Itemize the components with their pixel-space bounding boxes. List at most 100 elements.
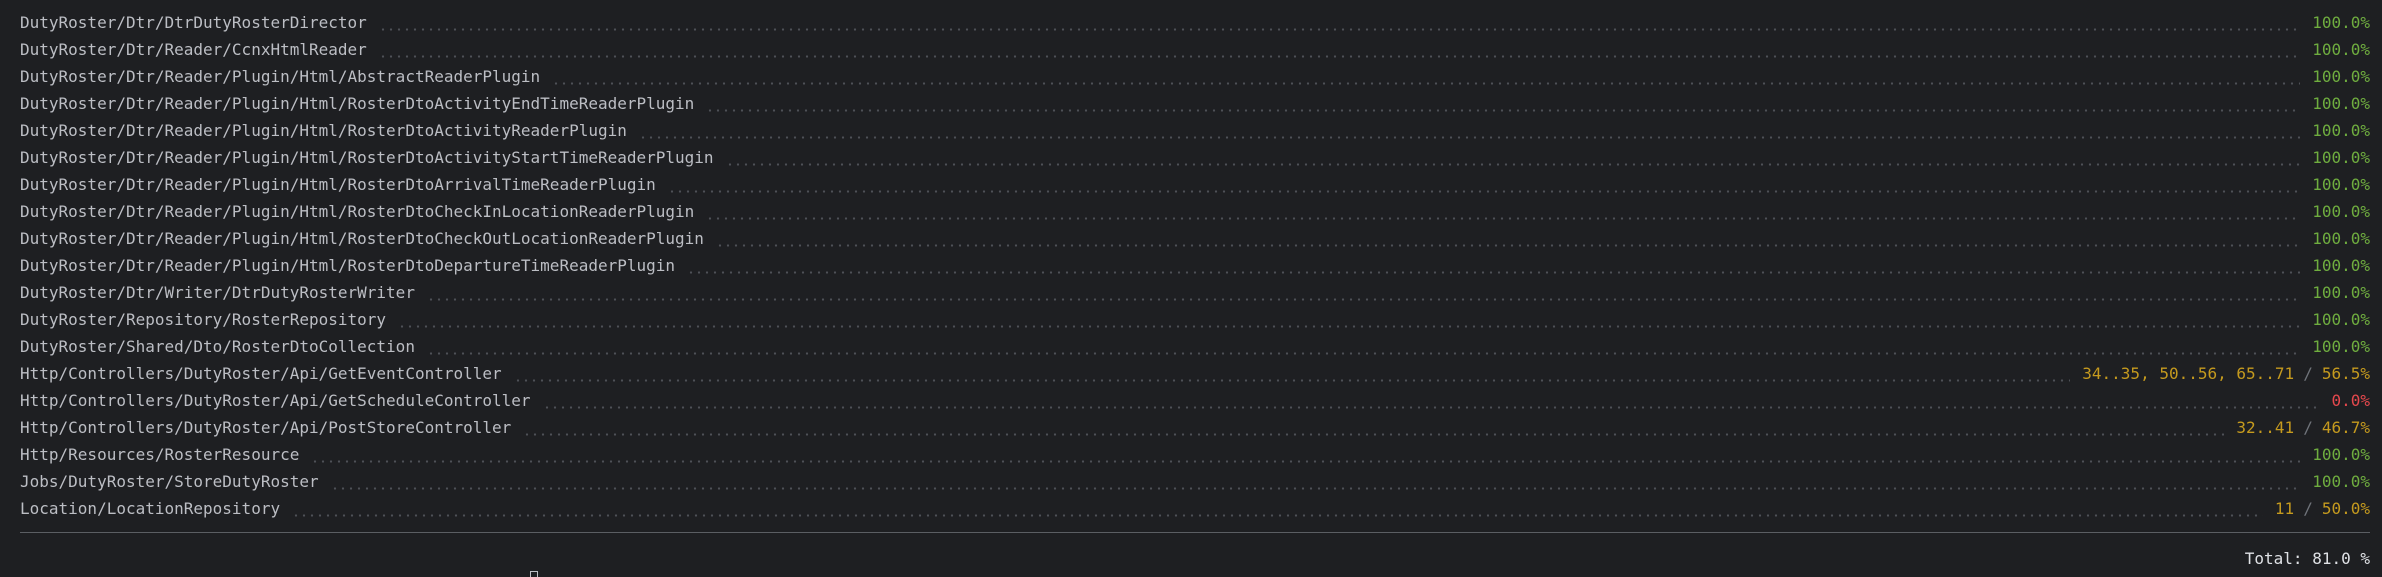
file-path: DutyRoster/Dtr/Reader/Plugin/Html/Roster… bbox=[20, 94, 695, 113]
coverage-percent: 100.0% bbox=[2312, 310, 2370, 329]
dot-leader bbox=[330, 468, 2301, 495]
coverage-percent: 100.0% bbox=[2312, 337, 2370, 356]
coverage-row: DutyRoster/Repository/RosterRepository 10… bbox=[20, 306, 2370, 333]
coverage-stat: 100.0% bbox=[2312, 225, 2370, 252]
coverage-row: DutyRoster/Dtr/Reader/Plugin/Html/Roster… bbox=[20, 252, 2370, 279]
coverage-row: DutyRoster/Dtr/Reader/Plugin/Html/Roster… bbox=[20, 90, 2370, 117]
dot-leader bbox=[292, 495, 2263, 522]
file-path: Http/Controllers/DutyRoster/Api/GetEvent… bbox=[20, 364, 502, 383]
dot-leader bbox=[378, 9, 2301, 36]
file-path: Http/Controllers/DutyRoster/Api/GetSched… bbox=[20, 391, 531, 410]
coverage-row: DutyRoster/Dtr/DtrDutyRosterDirector 100.… bbox=[20, 9, 2370, 36]
coverage-row: DutyRoster/Shared/Dto/RosterDtoCollectio… bbox=[20, 333, 2370, 360]
coverage-stat: 100.0% bbox=[2312, 63, 2370, 90]
dot-leader bbox=[513, 360, 2071, 387]
dot-leader bbox=[687, 252, 2301, 279]
coverage-stat: 11 / 50.0% bbox=[2275, 495, 2370, 522]
dot-leader bbox=[378, 36, 2301, 63]
file-path: DutyRoster/Repository/RosterRepository bbox=[20, 310, 387, 329]
coverage-stat: 32..41 / 46.7% bbox=[2236, 414, 2370, 441]
dot-leader bbox=[638, 117, 2301, 144]
coverage-row: Http/Controllers/DutyRoster/Api/GetEvent… bbox=[20, 360, 2370, 387]
uncovered-lines: 32..41 bbox=[2236, 418, 2295, 437]
coverage-percent: 100.0% bbox=[2312, 94, 2370, 113]
coverage-stat: 0.0% bbox=[2331, 387, 2370, 414]
dot-leader bbox=[523, 414, 2225, 441]
file-path: DutyRoster/Dtr/Reader/Plugin/Html/Roster… bbox=[20, 121, 627, 140]
file-path: DutyRoster/Dtr/Reader/Plugin/Html/Roster… bbox=[20, 256, 676, 275]
coverage-stat: 100.0% bbox=[2312, 252, 2370, 279]
uncovered-lines: 34..35, 50..56, 65..71 bbox=[2082, 364, 2295, 383]
stat-separator: / bbox=[2303, 499, 2313, 518]
coverage-row: DutyRoster/Dtr/Reader/Plugin/Html/Roster… bbox=[20, 117, 2370, 144]
dot-leader bbox=[706, 90, 2301, 117]
terminal-output: DutyRoster/Dtr/DtrDutyRosterDirector 100.… bbox=[0, 0, 2382, 577]
coverage-row: DutyRoster/Dtr/Writer/DtrDutyRosterWrite… bbox=[20, 279, 2370, 306]
file-path: DutyRoster/Dtr/Reader/Plugin/Html/Roster… bbox=[20, 148, 714, 167]
coverage-percent: 100.0% bbox=[2312, 148, 2370, 167]
dot-leader bbox=[725, 144, 2301, 171]
coverage-row: DutyRoster/Dtr/Reader/Plugin/Html/Roster… bbox=[20, 198, 2370, 225]
coverage-stat: 100.0% bbox=[2312, 198, 2370, 225]
file-path: DutyRoster/Dtr/Reader/CcnxHtmlReader bbox=[20, 40, 367, 59]
coverage-row: DutyRoster/Dtr/Reader/CcnxHtmlReader 100.… bbox=[20, 36, 2370, 63]
coverage-row: DutyRoster/Dtr/Reader/Plugin/Html/Roster… bbox=[20, 171, 2370, 198]
coverage-total: Total: 81.0 % bbox=[2244, 549, 2370, 568]
dot-leader bbox=[552, 63, 2301, 90]
stat-separator: / bbox=[2303, 364, 2313, 383]
coverage-stat: 100.0% bbox=[2312, 279, 2370, 306]
file-path: DutyRoster/Dtr/Reader/Plugin/Html/Roster… bbox=[20, 229, 704, 248]
report-divider bbox=[20, 532, 2370, 533]
coverage-stat: 100.0% bbox=[2312, 468, 2370, 495]
dot-leader bbox=[667, 171, 2301, 198]
coverage-percent: 100.0% bbox=[2312, 13, 2370, 32]
coverage-percent: 100.0% bbox=[2312, 175, 2370, 194]
coverage-percent: 56.5% bbox=[2321, 364, 2370, 383]
coverage-percent: 100.0% bbox=[2312, 40, 2370, 59]
coverage-percent: 100.0% bbox=[2312, 121, 2370, 140]
coverage-stat: 100.0% bbox=[2312, 117, 2370, 144]
coverage-percent: 100.0% bbox=[2312, 283, 2370, 302]
coverage-stat: 100.0% bbox=[2312, 171, 2370, 198]
coverage-row: DutyRoster/Dtr/Reader/Plugin/Html/Roster… bbox=[20, 225, 2370, 252]
terminal-cursor bbox=[530, 571, 538, 577]
dot-leader bbox=[398, 306, 2301, 333]
coverage-row: Http/Controllers/DutyRoster/Api/GetSched… bbox=[20, 387, 2370, 414]
coverage-report: DutyRoster/Dtr/DtrDutyRosterDirector 100.… bbox=[20, 9, 2370, 522]
file-path: DutyRoster/Shared/Dto/RosterDtoCollectio… bbox=[20, 337, 415, 356]
coverage-percent: 46.7% bbox=[2321, 418, 2370, 437]
dot-leader bbox=[426, 279, 2301, 306]
coverage-percent: 100.0% bbox=[2312, 202, 2370, 221]
file-path: Jobs/DutyRoster/StoreDutyRoster bbox=[20, 472, 319, 491]
dot-leader bbox=[715, 225, 2301, 252]
coverage-stat: 100.0% bbox=[2312, 9, 2370, 36]
coverage-percent: 100.0% bbox=[2312, 67, 2370, 86]
coverage-row: Jobs/DutyRoster/StoreDutyRoster 100.0% bbox=[20, 468, 2370, 495]
uncovered-lines: 11 bbox=[2274, 499, 2295, 518]
file-path: Http/Resources/RosterResource bbox=[20, 445, 300, 464]
coverage-stat: 100.0% bbox=[2312, 306, 2370, 333]
coverage-percent: 0.0% bbox=[2331, 391, 2370, 410]
coverage-stat: 34..35, 50..56, 65..71 / 56.5% bbox=[2082, 360, 2370, 387]
coverage-stat: 100.0% bbox=[2312, 36, 2370, 63]
file-path: DutyRoster/Dtr/Writer/DtrDutyRosterWrite… bbox=[20, 283, 415, 302]
dot-leader bbox=[542, 387, 2320, 414]
file-path: DutyRoster/Dtr/Reader/Plugin/Html/Roster… bbox=[20, 202, 695, 221]
dot-leader bbox=[311, 441, 2301, 468]
file-path: DutyRoster/Dtr/Reader/Plugin/Html/Roster… bbox=[20, 175, 656, 194]
file-path: DutyRoster/Dtr/DtrDutyRosterDirector bbox=[20, 13, 367, 32]
coverage-stat: 100.0% bbox=[2312, 441, 2370, 468]
coverage-percent: 100.0% bbox=[2312, 229, 2370, 248]
coverage-percent: 50.0% bbox=[2321, 499, 2370, 518]
coverage-stat: 100.0% bbox=[2312, 144, 2370, 171]
file-path: Location/LocationRepository bbox=[20, 499, 281, 518]
coverage-row: DutyRoster/Dtr/Reader/Plugin/Html/Roster… bbox=[20, 144, 2370, 171]
file-path: Http/Controllers/DutyRoster/Api/PostStor… bbox=[20, 418, 512, 437]
coverage-row: Http/Controllers/DutyRoster/Api/PostStor… bbox=[20, 414, 2370, 441]
coverage-row: Location/LocationRepository 11 / 50.0% bbox=[20, 495, 2370, 522]
dot-leader bbox=[426, 333, 2301, 360]
coverage-percent: 100.0% bbox=[2312, 445, 2370, 464]
coverage-percent: 100.0% bbox=[2312, 256, 2370, 275]
coverage-row: Http/Resources/RosterResource 100.0% bbox=[20, 441, 2370, 468]
stat-separator: / bbox=[2303, 418, 2313, 437]
